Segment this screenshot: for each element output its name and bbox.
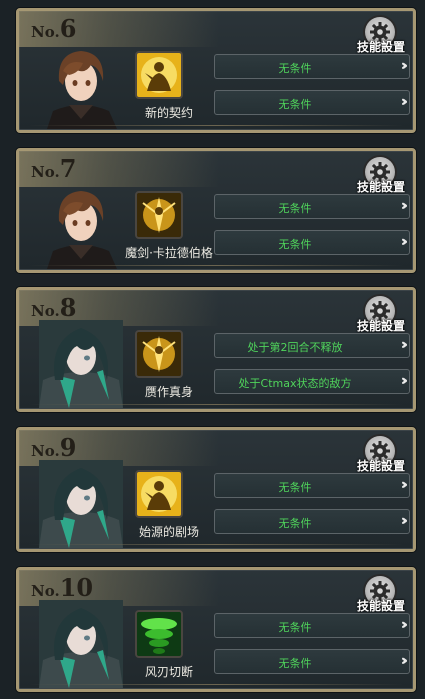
condition-text: 无条件 xyxy=(278,238,312,251)
skill-card-7: No.7 技能設置 魔剑·卡拉德伯格 无条件 ››› 无条件 ››› xyxy=(16,148,416,273)
skill-name: 魔剑·卡拉德伯格 xyxy=(125,246,213,260)
skill-settings-button[interactable]: 技能設置 xyxy=(357,597,405,614)
skill-order-number: No.10 xyxy=(31,573,94,602)
skill-card-8: No.8 技能設置 赝作真身 处于第2回合不释放 ››› 处于Ctmax状态的敌… xyxy=(16,287,416,412)
skill-card-9: No.9 技能設置 始源的剧场 无条件 ››› 无条件 ››› xyxy=(16,427,416,552)
gold-demon-sword-icon xyxy=(135,191,183,239)
skill-order-number: No.8 xyxy=(31,293,77,322)
chevron-right-icon: ››› xyxy=(400,513,409,529)
condition-text: 无条件 xyxy=(278,62,312,75)
condition-slot-2[interactable]: 无条件 ››› xyxy=(214,509,410,534)
skill-card-10: No.10 技能設置 风刃切断 无条件 ››› 无条件 ››› xyxy=(16,567,416,692)
skill-name: 始源的剧场 xyxy=(138,525,199,539)
skill-order-number: No.7 xyxy=(31,154,77,183)
skill-name: 赝作真身 xyxy=(144,385,193,399)
skill-settings-button[interactable]: 技能設置 xyxy=(357,178,405,195)
condition-text: 无条件 xyxy=(278,517,312,530)
skill-name: 风刃切断 xyxy=(144,665,193,679)
condition-slot-2[interactable]: 处于Ctmax状态的敌方 ››› xyxy=(214,369,410,394)
condition-slot-2[interactable]: 无条件 ››› xyxy=(214,90,410,115)
skill-settings-button[interactable]: 技能設置 xyxy=(357,38,405,55)
condition-text: 处于Ctmax状态的敌方 xyxy=(238,377,352,390)
condition-text: 无条件 xyxy=(278,202,312,215)
condition-slot-1[interactable]: 处于第2回合不释放 ››› xyxy=(214,333,410,358)
condition-text: 无条件 xyxy=(278,621,312,634)
condition-slot-1[interactable]: 无条件 ››› xyxy=(214,54,410,79)
skill-settings-button[interactable]: 技能設置 xyxy=(357,317,405,334)
condition-slot-1[interactable]: 无条件 ››› xyxy=(214,473,410,498)
skill-name: 新的契约 xyxy=(144,106,193,120)
skill-settings-button[interactable]: 技能設置 xyxy=(357,457,405,474)
condition-slot-1[interactable]: 无条件 ››› xyxy=(214,194,410,219)
chevron-right-icon: ››› xyxy=(400,373,409,389)
condition-text: 无条件 xyxy=(278,481,312,494)
chevron-right-icon: ››› xyxy=(400,58,409,74)
condition-text: 无条件 xyxy=(278,98,312,111)
chevron-right-icon: ››› xyxy=(400,234,409,250)
chevron-right-icon: ››› xyxy=(400,653,409,669)
condition-text: 处于第2回合不释放 xyxy=(247,341,343,354)
condition-slot-2[interactable]: 无条件 ››› xyxy=(214,230,410,255)
condition-slot-1[interactable]: 无条件 ››› xyxy=(214,613,410,638)
skill-order-list: No.6 技能設置 新的契约 无条件 ››› 无条件 ››› No.7 技能設置 xyxy=(0,0,425,699)
gold-demon-sword-icon xyxy=(135,330,183,378)
gold-warrior-icon xyxy=(135,51,183,99)
gold-warrior-icon xyxy=(135,470,183,518)
green-wind-blade-icon xyxy=(135,610,183,658)
chevron-right-icon: ››› xyxy=(400,198,409,214)
condition-text: 无条件 xyxy=(278,657,312,670)
skill-order-number: No.6 xyxy=(31,14,77,43)
chevron-right-icon: ››› xyxy=(400,477,409,493)
chevron-right-icon: ››› xyxy=(400,337,409,353)
skill-order-number: No.9 xyxy=(31,433,77,462)
chevron-right-icon: ››› xyxy=(400,617,409,633)
skill-card-6: No.6 技能設置 新的契约 无条件 ››› 无条件 ››› xyxy=(16,8,416,133)
condition-slot-2[interactable]: 无条件 ››› xyxy=(214,649,410,674)
chevron-right-icon: ››› xyxy=(400,94,409,110)
